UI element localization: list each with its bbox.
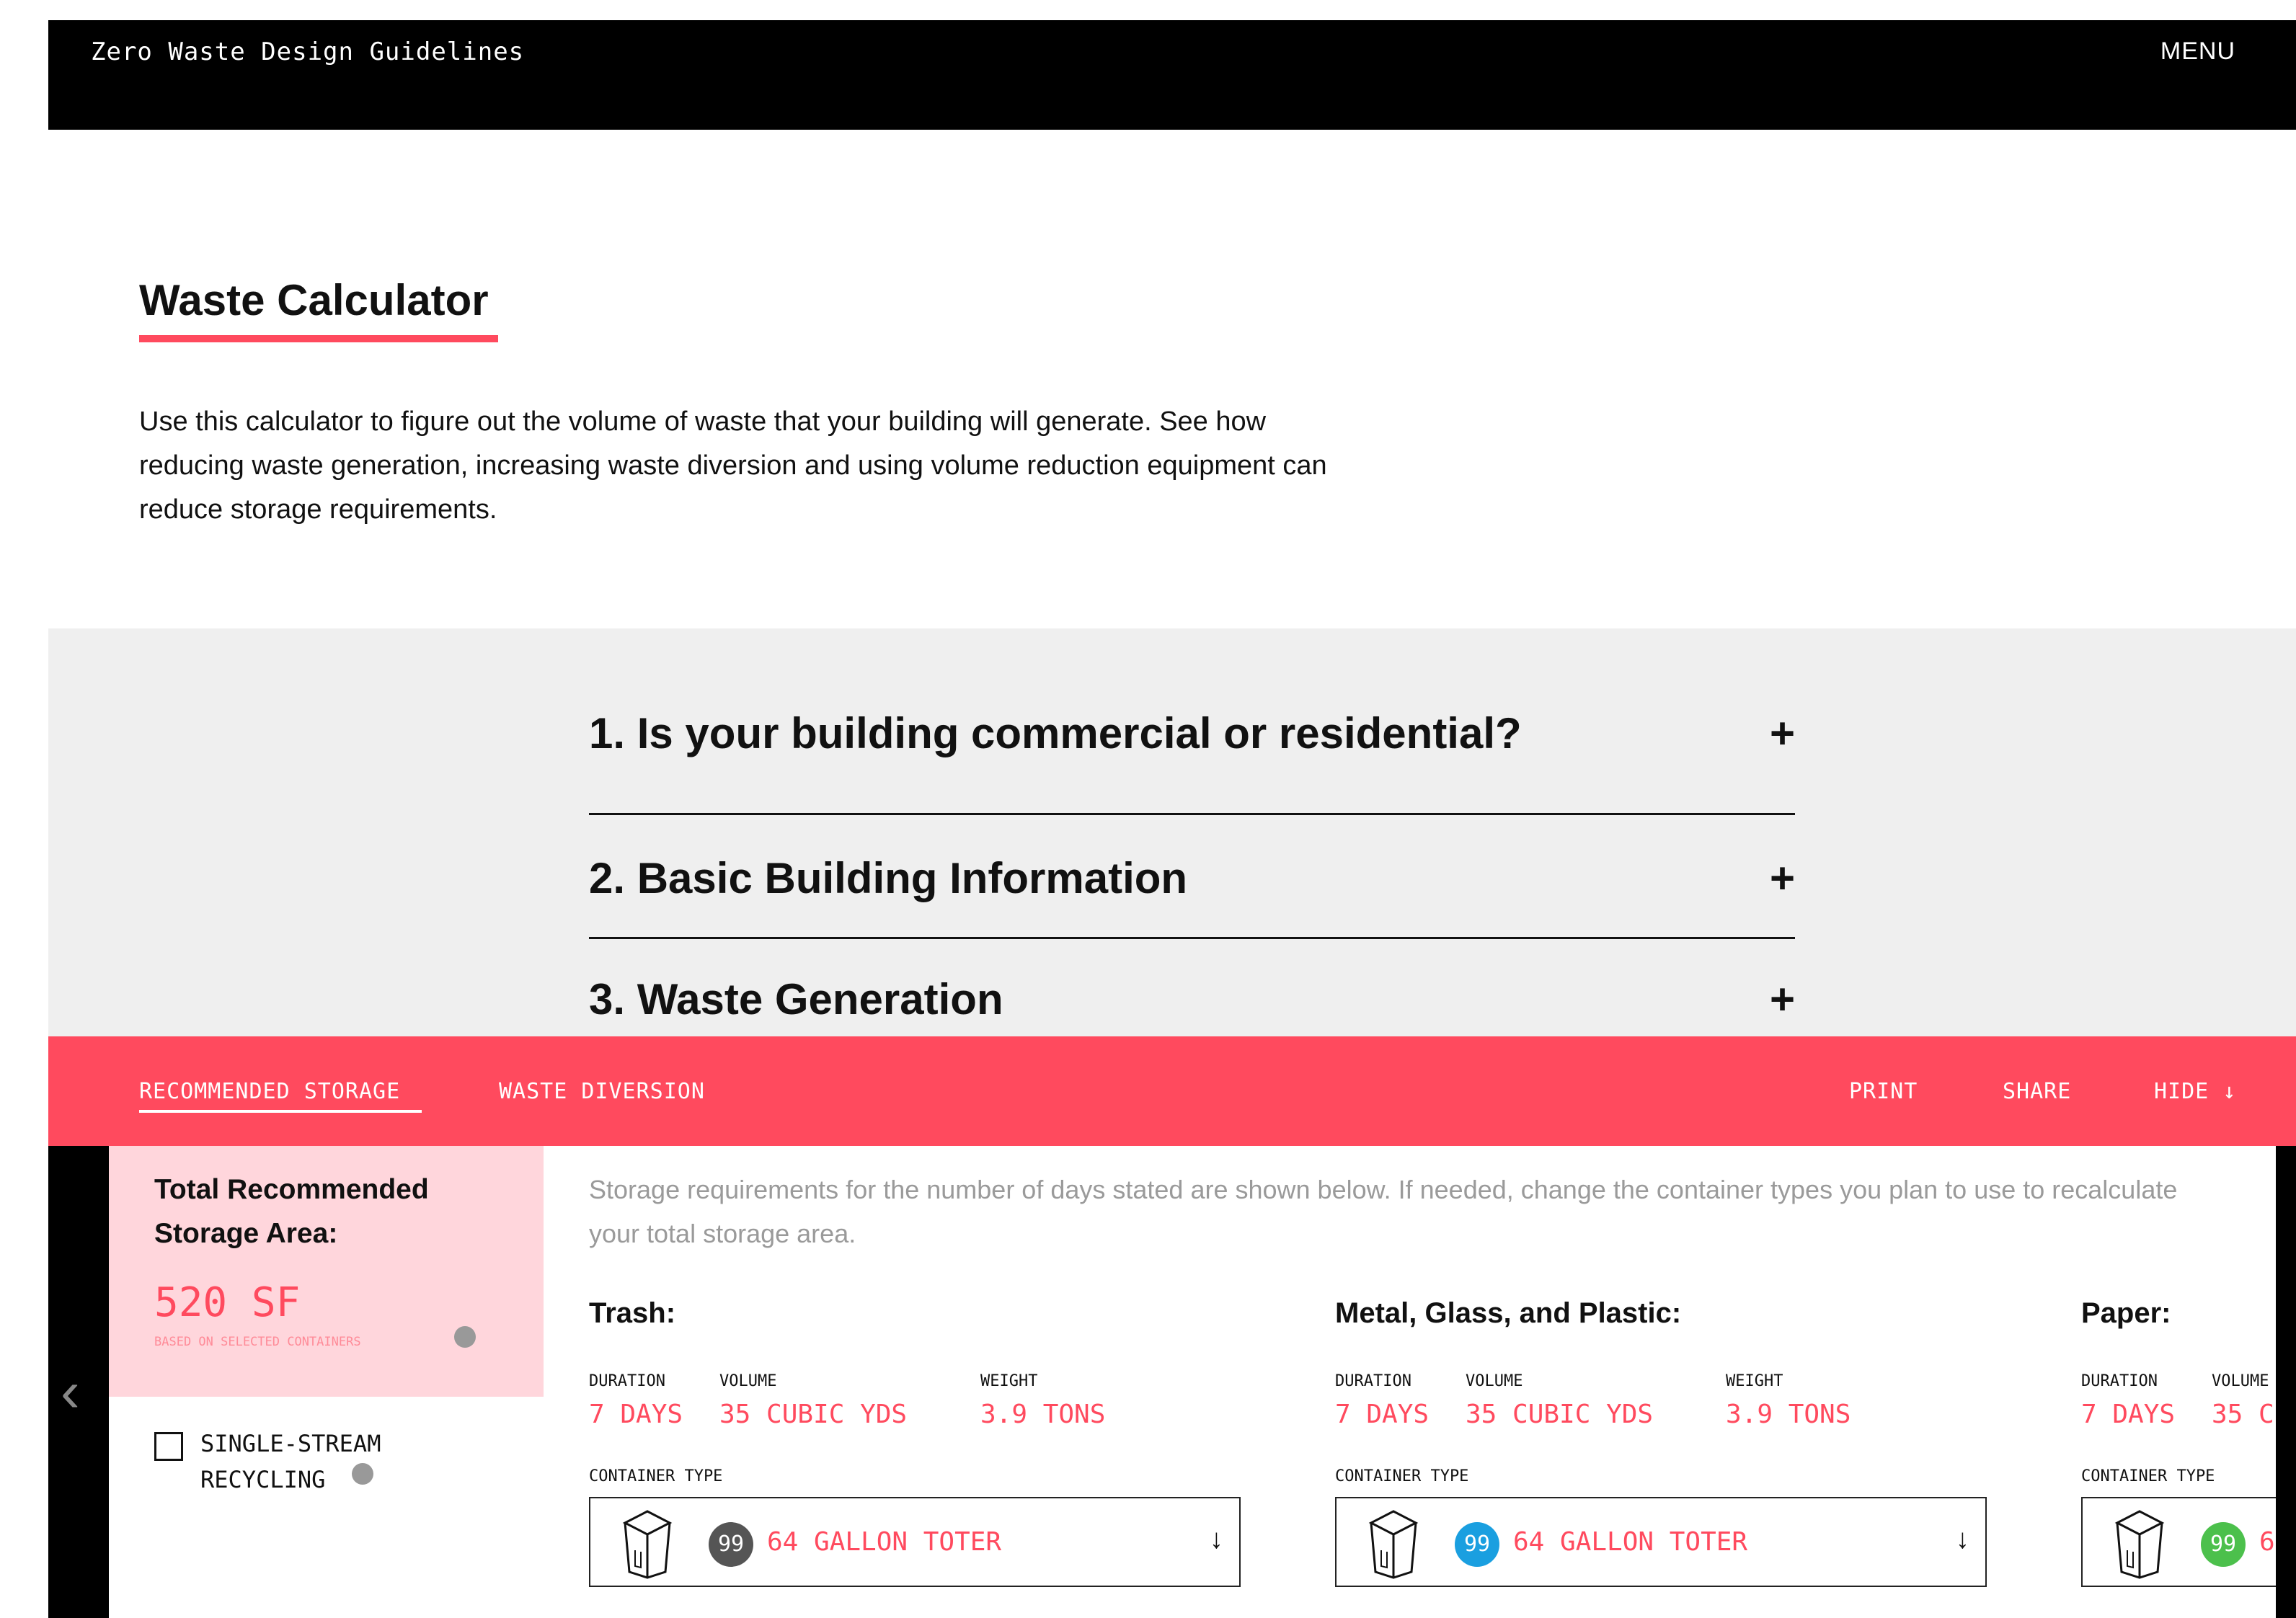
chevron-left-icon[interactable]: ‹ <box>61 1359 80 1425</box>
container-type-label: CONTAINER TYPE <box>2081 1467 2215 1485</box>
container-select-mgp[interactable]: 99 64 GALLON TOTER ↓ <box>1335 1497 1987 1587</box>
duration-value: 7 DAYS <box>2081 1400 2176 1429</box>
faint-text-line <box>154 1550 161 1563</box>
page-title: Waste Calculator <box>139 276 489 324</box>
plus-icon[interactable]: + <box>1770 974 1795 1024</box>
container-type-label: CONTAINER TYPE <box>1335 1467 1469 1485</box>
single-stream-checkbox[interactable] <box>154 1432 183 1461</box>
volume-value: 35 C <box>2212 1400 2274 1429</box>
count-badge: 99 <box>2201 1522 2246 1567</box>
menu-button[interactable]: MENU <box>2160 37 2235 66</box>
accordion-item-basic-info[interactable]: 2. Basic Building Information + <box>589 848 1795 941</box>
column-title-paper: Paper: <box>2081 1297 2171 1329</box>
tab-recommended-storage[interactable]: RECOMMENDED STORAGE <box>139 1079 400 1104</box>
accordion-item-building-type[interactable]: 1. Is your building commercial or reside… <box>589 703 1795 818</box>
container-value: 64 GALLON TOTER <box>767 1527 1002 1557</box>
accordion-item-label: 2. Basic Building Information <box>589 854 1188 902</box>
container-value: 64 GALLON TOTER <box>1513 1527 1748 1557</box>
trash-bin-icon <box>1368 1510 1419 1579</box>
arrow-down-icon: ↓ <box>1956 1524 1969 1555</box>
column-title-mgp: Metal, Glass, and Plastic: <box>1335 1297 1682 1329</box>
volume-value: 35 CUBIC YDS <box>719 1400 908 1429</box>
storage-label: Total Recommended Storage Area: <box>154 1174 429 1249</box>
trash-bin-icon <box>2114 1510 2165 1579</box>
weight-value: 3.9 TONS <box>980 1400 1106 1429</box>
active-tab-underline <box>139 1110 422 1113</box>
accordion-item-waste-generation[interactable]: 3. Waste Generation + <box>589 969 1795 1034</box>
plus-icon[interactable]: + <box>1770 708 1795 758</box>
accordion-item-label: 1. Is your building commercial or reside… <box>589 709 1522 757</box>
plus-icon[interactable]: + <box>1770 853 1795 903</box>
print-button[interactable]: PRINT <box>1849 1079 1918 1104</box>
intro-text: Use this calculator to figure out the vo… <box>139 406 1327 525</box>
divider <box>589 813 1795 815</box>
container-select-trash[interactable]: 99 64 GALLON TOTER ↓ <box>589 1497 1241 1587</box>
duration-value: 7 DAYS <box>589 1400 683 1429</box>
weight-value: 3.9 TONS <box>1726 1400 1851 1429</box>
top-nav-bar <box>48 20 2296 130</box>
weight-label: WEIGHT <box>1726 1372 1783 1390</box>
duration-label: DURATION <box>1335 1372 1411 1390</box>
volume-label: VOLUME <box>719 1372 777 1390</box>
volume-label: VOLUME <box>1466 1372 1523 1390</box>
count-badge: 99 <box>709 1522 753 1567</box>
info-icon[interactable] <box>352 1463 373 1485</box>
info-icon[interactable] <box>454 1326 476 1348</box>
storage-value: 520 SF <box>154 1279 301 1326</box>
checkbox-label: SINGLE-STREAM RECYCLING <box>200 1430 381 1493</box>
column-title-trash: Trash: <box>589 1297 676 1329</box>
site-title-link[interactable]: Zero Waste Design Guidelines <box>91 37 524 66</box>
container-value: 6 <box>2259 1527 2275 1557</box>
container-type-label: CONTAINER TYPE <box>589 1467 723 1485</box>
duration-label: DURATION <box>2081 1372 2158 1390</box>
hide-button[interactable]: HIDE ↓ <box>2154 1079 2236 1104</box>
share-button[interactable]: SHARE <box>2003 1079 2071 1104</box>
count-badge: 99 <box>1455 1522 1499 1567</box>
trash-bin-icon <box>622 1510 673 1579</box>
divider <box>589 937 1795 939</box>
container-select-paper[interactable]: 99 6 <box>2081 1497 2276 1587</box>
title-underline <box>139 335 498 342</box>
duration-label: DURATION <box>589 1372 665 1390</box>
storage-description: Storage requirements for the number of d… <box>589 1175 2178 1248</box>
arrow-down-icon: ↓ <box>1210 1524 1223 1555</box>
right-panel-edge <box>2276 1146 2296 1618</box>
weight-label: WEIGHT <box>980 1372 1038 1390</box>
storage-note: BASED ON SELECTED CONTAINERS <box>154 1335 361 1349</box>
duration-value: 7 DAYS <box>1335 1400 1430 1429</box>
volume-label: VOLUME <box>2212 1372 2269 1390</box>
tab-waste-diversion[interactable]: WASTE DIVERSION <box>499 1079 705 1104</box>
faint-text-line <box>154 1526 161 1539</box>
volume-value: 35 CUBIC YDS <box>1466 1400 1654 1429</box>
accordion-item-label: 3. Waste Generation <box>589 975 1003 1023</box>
